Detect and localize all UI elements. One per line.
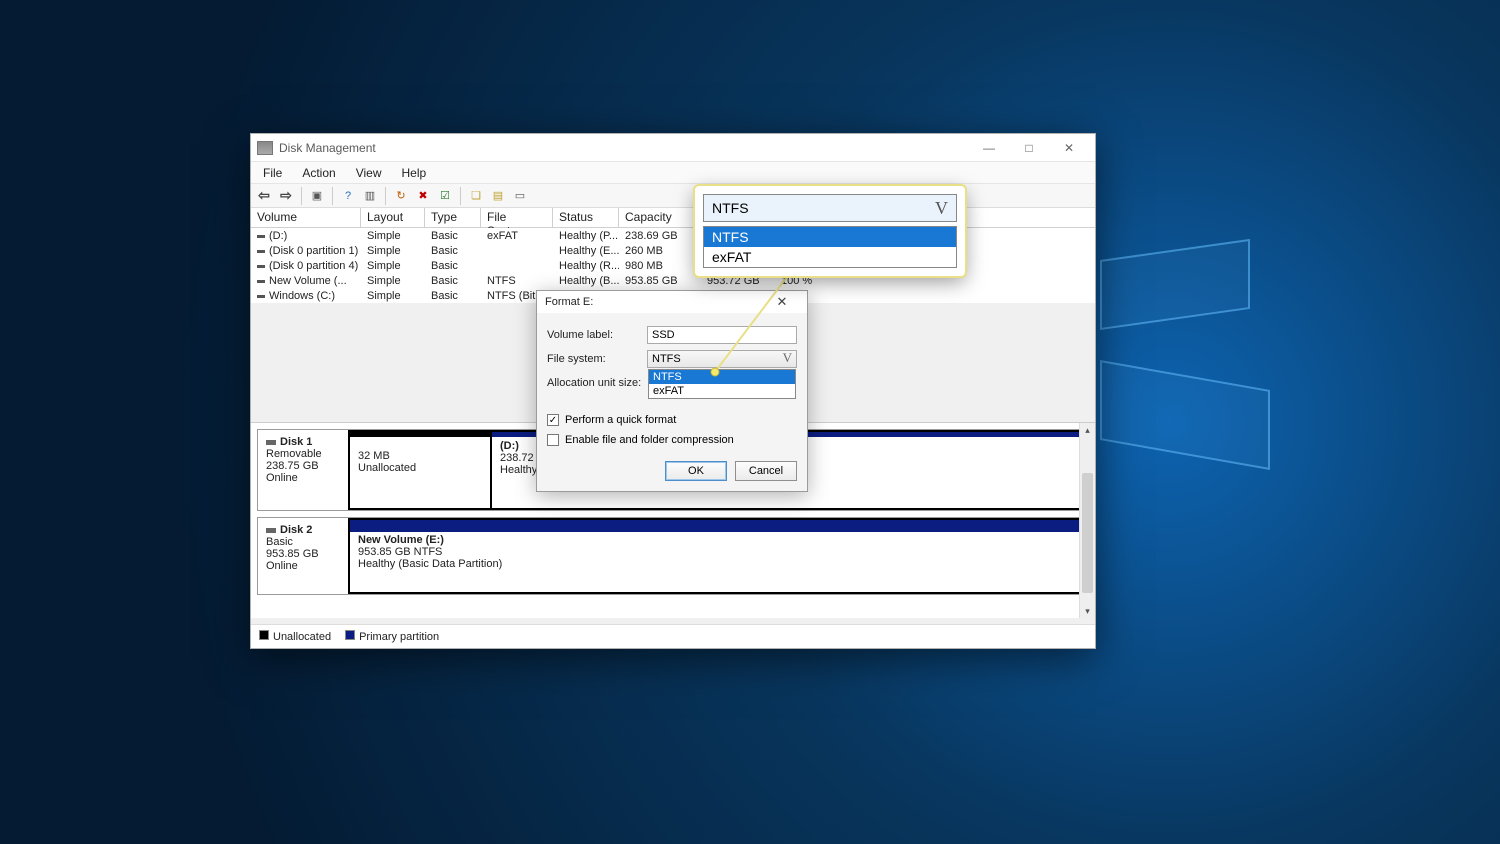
col-type[interactable]: Type [425, 208, 481, 227]
legend-unallocated: Unallocated [259, 630, 331, 643]
up-icon[interactable]: ▣ [308, 187, 326, 205]
chevron-down-icon: V [783, 350, 792, 366]
disk2-p0-name: New Volume (E:) [358, 534, 1078, 546]
filesystem-value: NTFS [652, 353, 681, 365]
scroll-thumb[interactable] [1082, 473, 1093, 593]
disk2-partitions: New Volume (E:) 953.85 GB NTFS Healthy (… [348, 518, 1088, 594]
disk2-bar: Disk 2 Basic 953.85 GB Online New Volume… [257, 517, 1089, 595]
ok-button[interactable]: OK [665, 461, 727, 481]
menubar: File Action View Help [251, 162, 1095, 184]
dialog-title: Format E: [545, 296, 593, 308]
chevron-down-icon: V [935, 198, 948, 219]
callout-option-ntfs[interactable]: NTFS [704, 227, 956, 247]
refresh-icon[interactable]: ↻ [392, 187, 410, 205]
check-icon[interactable]: ☑ [436, 187, 454, 205]
compression-row[interactable]: Enable file and folder compression [547, 431, 797, 449]
volume-label-input[interactable]: SSD [647, 326, 797, 344]
filesystem-callout: NTFS V NTFS exFAT [695, 186, 965, 276]
col-volume[interactable]: Volume [251, 208, 361, 227]
menu-file[interactable]: File [253, 164, 292, 182]
disk2-title: Disk 2 [280, 524, 312, 536]
disk2-info[interactable]: Disk 2 Basic 953.85 GB Online [258, 518, 348, 594]
new-icon[interactable]: ❏ [467, 187, 485, 205]
help-icon[interactable]: ? [339, 187, 357, 205]
col-capacity[interactable]: Capacity [619, 208, 701, 227]
disk1-state: Online [266, 472, 340, 484]
minimize-button[interactable]: — [969, 135, 1009, 161]
volume-label-label: Volume label: [547, 329, 647, 341]
quick-format-row[interactable]: ✓ Perform a quick format [547, 411, 797, 429]
callout-selected[interactable]: NTFS V [703, 194, 957, 222]
legend: Unallocated Primary partition [251, 624, 1095, 648]
disk1-info[interactable]: Disk 1 Removable 238.75 GB Online [258, 430, 348, 510]
volume-list-header: Volume Layout Type File System Status Ca… [251, 208, 1095, 228]
menu-help[interactable]: Help [392, 164, 437, 182]
menu-view[interactable]: View [346, 164, 392, 182]
callout-options: NTFS exFAT [703, 226, 957, 268]
disk2-kind: Basic [266, 536, 340, 548]
filesystem-dropdown: NTFS exFAT [648, 369, 796, 399]
quick-format-checkbox[interactable]: ✓ [547, 414, 559, 426]
maximize-button[interactable]: □ [1009, 135, 1049, 161]
disk1-title: Disk 1 [280, 436, 312, 448]
close-button[interactable]: ✕ [1049, 135, 1089, 161]
disk2-partition-e[interactable]: New Volume (E:) 953.85 GB NTFS Healthy (… [350, 520, 1086, 592]
legend-primary: Primary partition [345, 630, 439, 643]
scroll-up-icon[interactable]: ▴ [1080, 423, 1095, 437]
col-filesystem[interactable]: File System [481, 208, 553, 227]
extend-icon[interactable]: ▭ [511, 187, 529, 205]
titlebar: Disk Management — □ ✕ [251, 134, 1095, 162]
cancel-button[interactable]: Cancel [735, 461, 797, 481]
compression-checkbox[interactable] [547, 434, 559, 446]
dialog-titlebar: Format E: ✕ [537, 291, 807, 313]
windows-logo-rays [1100, 260, 1360, 610]
filesystem-option-ntfs[interactable]: NTFS [649, 370, 795, 384]
volume-row[interactable]: (Disk 0 partition 4)SimpleBasicHealthy (… [251, 258, 1095, 273]
volume-row[interactable]: (Disk 0 partition 1)SimpleBasicHealthy (… [251, 243, 1095, 258]
app-icon [257, 141, 273, 155]
disk2-size: 953.85 GB [266, 548, 340, 560]
disk1-p0-status: Unallocated [358, 462, 482, 474]
menu-action[interactable]: Action [292, 164, 345, 182]
filesystem-select[interactable]: NTFS V NTFS exFAT [647, 350, 797, 368]
toolbar: ⇦ ⇨ ▣ ? ▥ ↻ ✖ ☑ ❏ ▤ ▭ [251, 184, 1095, 208]
scroll-down-icon[interactable]: ▾ [1080, 604, 1095, 618]
volume-row[interactable]: New Volume (...SimpleBasicNTFSHealthy (B… [251, 273, 1095, 288]
disk2-p0-line3: Healthy (Basic Data Partition) [358, 558, 1078, 570]
callout-option-exfat[interactable]: exFAT [704, 247, 956, 267]
disk1-size: 238.75 GB [266, 460, 340, 472]
disk1-kind: Removable [266, 448, 340, 460]
allocation-size-label: Allocation unit size: [547, 377, 647, 389]
window-title: Disk Management [279, 141, 969, 155]
compression-label: Enable file and folder compression [565, 434, 734, 446]
col-status[interactable]: Status [553, 208, 619, 227]
filesystem-option-exfat[interactable]: exFAT [649, 384, 795, 398]
disk2-p0-line2: 953.85 GB NTFS [358, 546, 1078, 558]
forward-button[interactable]: ⇨ [277, 187, 295, 205]
disk1-unallocated[interactable]: 32 MB Unallocated [350, 432, 490, 508]
delete-icon[interactable]: ✖ [414, 187, 432, 205]
filesystem-label: File system: [547, 353, 647, 365]
flag-icon[interactable]: ▤ [489, 187, 507, 205]
back-button[interactable]: ⇦ [255, 187, 273, 205]
quick-format-label: Perform a quick format [565, 414, 676, 426]
props-icon[interactable]: ▥ [361, 187, 379, 205]
col-layout[interactable]: Layout [361, 208, 425, 227]
disk2-state: Online [266, 560, 340, 572]
volume-row[interactable]: (D:)SimpleBasicexFATHealthy (P...238.69 … [251, 228, 1095, 243]
graphical-scrollbar[interactable]: ▴ ▾ [1079, 423, 1095, 618]
disk1-p0-size: 32 MB [358, 450, 482, 462]
format-dialog: Format E: ✕ Volume label: SSD File syste… [536, 290, 808, 492]
dialog-close-button[interactable]: ✕ [765, 291, 799, 313]
